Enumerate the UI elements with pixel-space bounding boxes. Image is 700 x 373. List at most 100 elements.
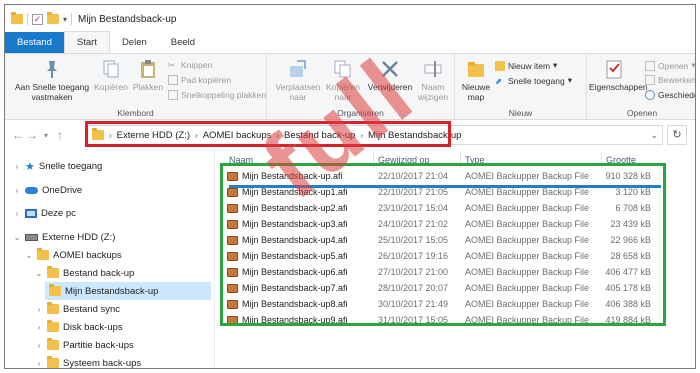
drive-icon <box>25 233 38 241</box>
copy-label: Kopiëren <box>93 82 129 92</box>
chevron-right-icon[interactable]: › <box>35 323 43 332</box>
pin-quick-access-button[interactable]: Aan Snelle toegang vastmaken <box>11 58 93 102</box>
new-item-label: Nieuw item <box>508 60 551 71</box>
open-group-label: Openen <box>626 108 658 118</box>
new-folder-button[interactable]: Nieuwe map <box>459 58 493 102</box>
up-arrow-icon[interactable]: ↑ <box>53 128 67 142</box>
chevron-right-icon[interactable]: › <box>13 162 21 171</box>
tree-label: Externe HDD (Z:) <box>42 231 116 243</box>
tree-item-mijn-bestandsback-up[interactable]: Mijn Bestandsback-up <box>45 282 211 300</box>
rename-label: Naam wijzigen <box>417 82 449 102</box>
tree-item-bestand-sync[interactable]: › Bestand sync <box>35 300 120 318</box>
tree-label: Systeem back-ups <box>63 357 142 369</box>
paste-shortcut-button[interactable]: Snelkoppeling plakken <box>168 90 266 100</box>
chevron-right-icon[interactable]: › <box>35 359 43 368</box>
copy-path-label: Pad kopiëren <box>181 75 232 85</box>
open-group: Eigenschappen Openen▾ Bewerken Geschiede… <box>587 54 696 120</box>
edit-button[interactable]: Bewerken <box>645 75 696 85</box>
paste-shortcut-icon <box>168 90 178 100</box>
new-folder-big-icon <box>468 62 484 77</box>
paste-label: Plakken <box>132 82 164 92</box>
clipboard-group-label: Klembord <box>117 108 154 118</box>
tree-label: Snelle toegang <box>38 160 103 172</box>
computer-icon <box>25 208 37 218</box>
chevron-right-icon[interactable]: › <box>35 305 43 314</box>
forward-arrow-icon[interactable]: → <box>25 128 39 142</box>
rename-icon <box>424 61 442 77</box>
history-button[interactable]: Geschiedenis <box>645 90 695 100</box>
recent-dropdown-icon[interactable]: ▾ <box>39 131 53 140</box>
tab-beeld[interactable]: Beeld <box>159 32 207 53</box>
copy-path-button[interactable]: Pad kopiëren <box>168 75 231 85</box>
tree-label: Partitie back-ups <box>63 339 134 351</box>
rename-button[interactable]: Naam wijzigen <box>415 58 451 102</box>
tree-item-partitie-back-ups[interactable]: › Partitie back-ups <box>35 336 134 354</box>
quick-access-toolbar: ✓ ▾ <box>11 12 73 25</box>
pin-label: Aan Snelle toegang vastmaken <box>14 82 90 102</box>
clipboard-icon <box>141 60 155 78</box>
properties-check-icon[interactable]: ✓ <box>32 13 43 25</box>
open-button[interactable]: Openen ▾ <box>645 60 695 71</box>
customize-dropdown-icon[interactable]: ▾ <box>63 15 67 24</box>
tree-item-systeem-back-ups[interactable]: › Systeem back-ups <box>35 354 142 369</box>
tree-item-aomei-backups[interactable]: ⌄ AOMEI backups <box>25 246 122 264</box>
copy-icon <box>103 60 119 78</box>
folder-icon <box>49 284 61 296</box>
tree-label: Deze pc <box>41 207 76 219</box>
explorer-window: ✓ ▾ Mijn Bestandsback-up Bestand Start D… <box>4 4 696 369</box>
tree-item-quick-access[interactable]: › ★ Snelle toegang <box>13 157 103 175</box>
back-arrow-icon[interactable]: ← <box>11 128 25 142</box>
star-icon: ★ <box>25 160 35 173</box>
new-item-icon <box>495 60 505 71</box>
tree-item-onedrive[interactable]: › OneDrive <box>13 181 82 199</box>
tree-item-this-pc[interactable]: › Deze pc <box>13 204 76 222</box>
cut-button[interactable]: ✂ Knippen <box>168 60 212 70</box>
tree-item-bestand-back-up[interactable]: ⌄ Bestand back-up <box>35 264 134 282</box>
properties-label: Eigenschappen <box>589 82 648 92</box>
address-history-dropdown-icon[interactable]: ⌄ <box>650 130 658 141</box>
folder-icon <box>11 12 23 24</box>
easy-access-label: Snelle toegang <box>508 75 565 86</box>
new-group: Nieuwe map Nieuw item ▾ ⬈ Snelle toegang ▾ … <box>455 54 587 120</box>
copy-path-icon <box>168 75 178 85</box>
clipboard-group: Aan Snelle toegang vastmaken Kopiëren Pl… <box>5 54 267 120</box>
tree-label: Bestand back-up <box>63 267 135 279</box>
history-label: Geschiedenis <box>658 90 695 100</box>
cut-label: Knippen <box>181 60 213 70</box>
chevron-down-icon[interactable]: ⌄ <box>25 251 33 260</box>
chevron-down-icon[interactable]: ⌄ <box>13 233 21 242</box>
edit-label: Bewerken <box>658 75 696 85</box>
new-group-label: Nieuw <box>508 108 533 118</box>
pane-splitter[interactable] <box>214 149 215 368</box>
history-icon <box>645 90 655 100</box>
tree-item-external-hdd[interactable]: ⌄ Externe HDD (Z:) <box>13 228 116 246</box>
open-label: Openen <box>658 60 689 71</box>
tree-item-disk-back-ups[interactable]: › Disk back-ups <box>35 318 123 336</box>
new-item-button[interactable]: Nieuw item ▾ <box>495 60 557 71</box>
folder-icon <box>47 338 59 350</box>
pin-icon <box>47 61 57 78</box>
paste-button[interactable]: Plakken <box>131 58 165 92</box>
new-folder-label: Nieuwe map <box>461 82 491 102</box>
chevron-down-icon: ▾ <box>567 75 572 85</box>
properties-button[interactable]: Eigenschappen <box>589 58 648 92</box>
refresh-icon[interactable]: ↻ <box>667 125 687 145</box>
copy-button[interactable]: Kopiëren <box>93 58 129 92</box>
divider <box>27 13 28 25</box>
cloud-icon <box>25 186 38 194</box>
new-folder-icon[interactable] <box>47 12 59 24</box>
chevron-right-icon[interactable]: › <box>13 186 21 195</box>
scissors-icon: ✂ <box>168 60 176 70</box>
chevron-down-icon[interactable]: ⌄ <box>35 269 43 278</box>
folder-icon <box>37 248 49 260</box>
properties-icon <box>606 60 622 79</box>
tab-delen[interactable]: Delen <box>110 32 159 53</box>
edit-icon <box>645 75 655 85</box>
chevron-right-icon[interactable]: › <box>35 341 43 350</box>
chevron-right-icon[interactable]: › <box>13 209 21 218</box>
tree-label: Disk back-ups <box>63 321 123 333</box>
easy-access-button[interactable]: ⬈ Snelle toegang ▾ <box>495 75 572 86</box>
tree-label: AOMEI backups <box>53 249 122 261</box>
tab-bestand[interactable]: Bestand <box>5 32 64 53</box>
tab-start[interactable]: Start <box>63 31 110 53</box>
